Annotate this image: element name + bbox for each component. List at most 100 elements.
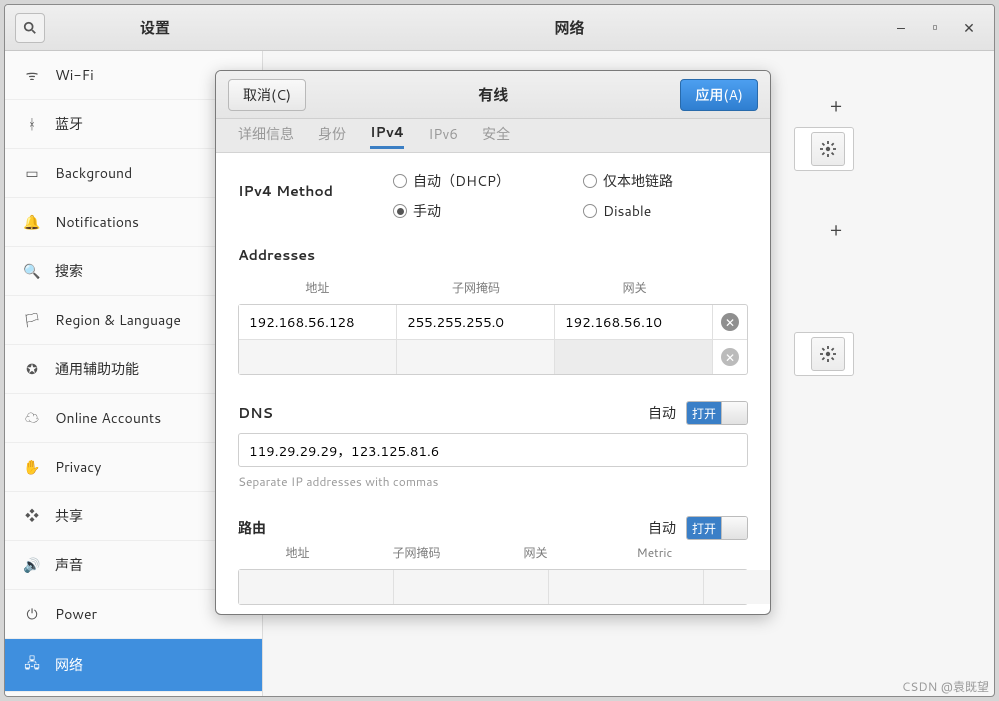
radio-label: Disable xyxy=(603,201,651,221)
dialog-body: IPv4 Method 自动（DHCP） 仅本地链路 手动 Disable Ad… xyxy=(216,153,770,614)
col-address: 地址 xyxy=(238,544,357,561)
route-gateway-input[interactable] xyxy=(549,570,704,604)
switch-knob xyxy=(721,517,747,539)
add-connection-button[interactable]: + xyxy=(826,219,846,239)
bluetooth-icon: ᚼ xyxy=(23,114,41,134)
method-auto-radio[interactable]: 自动（DHCP） xyxy=(393,171,583,191)
connection-card xyxy=(794,332,854,376)
addresses-label: Addresses xyxy=(238,245,748,265)
search-icon: 🔍 xyxy=(23,261,41,281)
gear-icon xyxy=(820,346,836,362)
route-address-input[interactable] xyxy=(239,570,394,604)
sidebar-item-label: 声音 xyxy=(55,555,83,575)
close-icon: ✕ xyxy=(721,348,739,366)
page-title: 网络 xyxy=(265,17,874,38)
network-icon: 🖧 xyxy=(23,653,41,677)
gateway-input[interactable] xyxy=(555,305,713,339)
watermark: CSDN @袁既望 xyxy=(902,678,989,695)
search-icon xyxy=(23,21,37,35)
switch-on-label: 打开 xyxy=(687,517,721,539)
netmask-input[interactable] xyxy=(397,340,555,374)
remove-address-button[interactable]: ✕ xyxy=(713,305,747,339)
gateway-input[interactable] xyxy=(555,340,713,374)
routes-table: ✕ xyxy=(238,569,748,605)
bell-icon: 🔔 xyxy=(23,212,41,232)
dns-hint: Separate IP addresses with commas xyxy=(238,473,748,490)
radio-label: 手动 xyxy=(413,201,441,221)
sidebar-item-label: 共享 xyxy=(55,506,83,526)
sidebar-item-label: 通用辅助功能 xyxy=(55,359,139,379)
sidebar-item-label: Online Accounts xyxy=(55,408,161,428)
route-netmask-input[interactable] xyxy=(394,570,549,604)
gear-icon xyxy=(820,141,836,157)
col-netmask: 子网掩码 xyxy=(397,279,556,296)
sidebar-item-label: Power xyxy=(55,604,97,624)
tab-ipv6[interactable]: IPv6 xyxy=(428,124,458,148)
sidebar-item-label: Background xyxy=(55,163,132,183)
route-metric-input[interactable] xyxy=(704,570,770,604)
method-disable-radio[interactable]: Disable xyxy=(583,201,758,221)
address-input[interactable] xyxy=(239,340,397,374)
routes-auto-switch[interactable]: 打开 xyxy=(686,516,748,540)
ipv4-method-label: IPv4 Method xyxy=(238,181,393,201)
globe-icon: 🏳 xyxy=(23,310,41,330)
connection-settings-button[interactable] xyxy=(811,337,845,371)
connection-settings-button[interactable] xyxy=(811,132,845,166)
switch-knob xyxy=(721,402,747,424)
dialog-title: 有线 xyxy=(478,84,508,105)
tab-details[interactable]: 详细信息 xyxy=(238,124,294,148)
netmask-input[interactable] xyxy=(397,305,555,339)
addresses-header: 地址 子网掩码 网关 xyxy=(238,275,748,300)
dns-input[interactable] xyxy=(238,433,748,467)
addresses-table: ✕ ✕ xyxy=(238,304,748,375)
address-row: ✕ xyxy=(239,305,747,339)
sidebar-item-label: 网络 xyxy=(55,655,83,675)
power-icon: ⏻ xyxy=(23,604,41,624)
method-manual-radio[interactable]: 手动 xyxy=(393,201,583,221)
col-gateway: 网关 xyxy=(476,544,595,561)
address-input[interactable] xyxy=(239,305,397,339)
tab-security[interactable]: 安全 xyxy=(482,124,510,148)
sidebar-title: 设置 xyxy=(45,17,265,38)
titlebar: 设置 网络 – ▫ ✕ xyxy=(5,5,994,51)
privacy-icon: ✋ xyxy=(23,457,41,477)
add-connection-button[interactable]: + xyxy=(826,95,846,115)
wifi-icon: ᯤ xyxy=(23,65,41,85)
col-metric: Metric xyxy=(595,544,714,561)
sidebar-item-network[interactable]: 🖧 网络 xyxy=(5,639,262,692)
radio-label: 仅本地链路 xyxy=(603,171,673,191)
search-button[interactable] xyxy=(15,13,45,43)
col-address: 地址 xyxy=(238,279,397,296)
sound-icon: 🔊 xyxy=(23,555,41,575)
sidebar-item-label: 蓝牙 xyxy=(55,114,83,134)
maximize-button[interactable]: ▫ xyxy=(924,17,946,39)
radio-label: 自动（DHCP） xyxy=(413,171,510,191)
tab-identity[interactable]: 身份 xyxy=(318,124,346,148)
routes-header: 地址 子网掩码 网关 Metric xyxy=(238,540,748,565)
auto-label: 自动 xyxy=(648,403,676,423)
tab-ipv4[interactable]: IPv4 xyxy=(370,122,404,149)
connection-card xyxy=(794,127,854,171)
apply-button[interactable]: 应用(A) xyxy=(680,79,758,111)
dialog-tabs: 详细信息 身份 IPv4 IPv6 安全 xyxy=(216,119,770,153)
routes-label: 路由 xyxy=(238,518,266,538)
minimize-button[interactable]: – xyxy=(890,17,912,39)
method-linklocal-radio[interactable]: 仅本地链路 xyxy=(583,171,758,191)
address-row: ✕ xyxy=(239,339,747,374)
close-icon: ✕ xyxy=(721,313,739,331)
route-row: ✕ xyxy=(239,570,747,604)
connection-editor-dialog: 取消(C) 有线 应用(A) 详细信息 身份 IPv4 IPv6 安全 IPv4… xyxy=(215,70,771,615)
dialog-header: 取消(C) 有线 应用(A) xyxy=(216,71,770,119)
cancel-button[interactable]: 取消(C) xyxy=(228,79,306,111)
switch-on-label: 打开 xyxy=(687,402,721,424)
close-button[interactable]: ✕ xyxy=(958,17,980,39)
background-icon: ▭ xyxy=(23,163,41,183)
sidebar-item-label: 搜索 xyxy=(55,261,83,281)
sidebar-item-label: Privacy xyxy=(55,457,101,477)
remove-address-button[interactable]: ✕ xyxy=(713,340,747,374)
cloud-icon: ☁ xyxy=(23,408,41,428)
dns-auto-switch[interactable]: 打开 xyxy=(686,401,748,425)
auto-label: 自动 xyxy=(648,518,676,538)
col-gateway: 网关 xyxy=(555,279,714,296)
share-icon: ❖ xyxy=(23,506,41,526)
